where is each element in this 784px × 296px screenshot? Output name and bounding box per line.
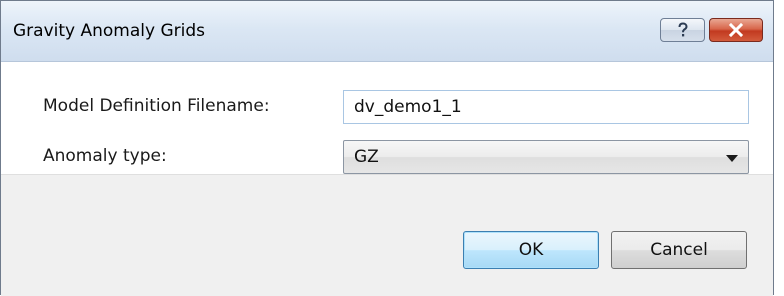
cancel-button[interactable]: Cancel: [611, 231, 747, 269]
question-mark-icon: [678, 22, 688, 37]
model-filename-input[interactable]: dv_demo1_1: [343, 90, 749, 124]
dialog-content: Model Definition Filename: dv_demo1_1 An…: [1, 62, 773, 174]
ok-button[interactable]: OK: [463, 231, 599, 269]
close-x-icon: [728, 23, 744, 37]
anomaly-type-selected-value: GZ: [354, 147, 379, 167]
anomaly-type-select[interactable]: GZ: [343, 140, 749, 174]
title-bar[interactable]: Gravity Anomaly Grids: [1, 1, 773, 62]
close-button[interactable]: [709, 18, 763, 42]
button-bar: OK Cancel: [1, 174, 773, 296]
model-filename-label: Model Definition Filename:: [43, 96, 270, 116]
dropdown-arrow-icon[interactable]: [726, 155, 738, 162]
dialog-window: Gravity Anomaly Grids Model Definition F…: [0, 0, 774, 296]
help-button[interactable]: [660, 18, 705, 42]
model-filename-value: dv_demo1_1: [354, 97, 462, 117]
anomaly-type-label: Anomaly type:: [43, 146, 167, 166]
window-title: Gravity Anomaly Grids: [13, 21, 205, 41]
